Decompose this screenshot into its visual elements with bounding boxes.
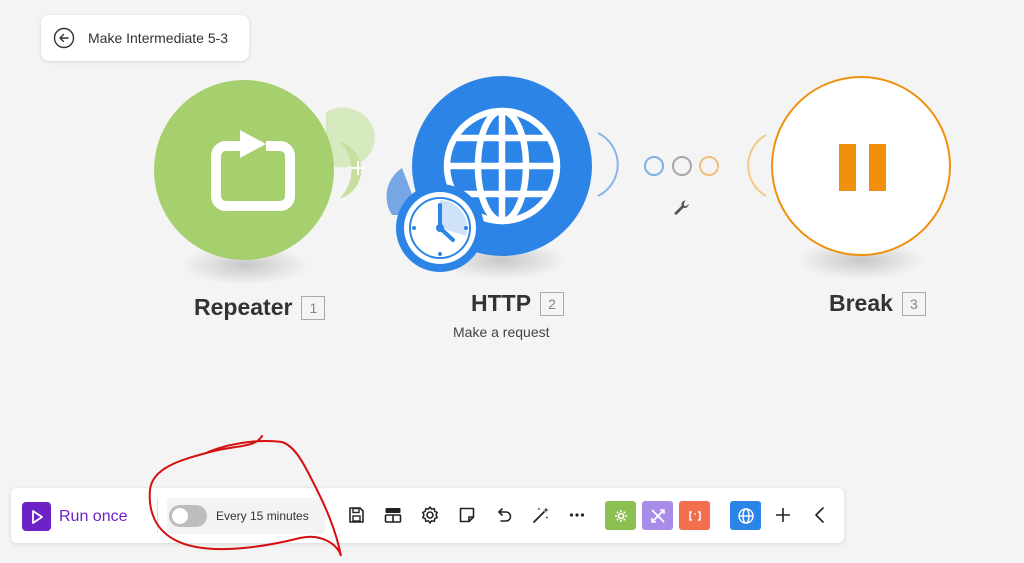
module-number: 3 <box>901 291 926 316</box>
text-parser-button[interactable] <box>679 501 710 530</box>
module-name: Repeater <box>194 294 293 320</box>
module-name: Break <box>829 290 893 316</box>
flow-control-icon <box>650 508 665 523</box>
wrench-icon[interactable] <box>672 198 692 218</box>
tools-icon <box>614 509 627 522</box>
chevron-left-icon[interactable] <box>810 505 830 525</box>
clock-icon <box>404 192 476 264</box>
break-label: Break 3 <box>829 290 926 317</box>
flow-control-button[interactable] <box>642 501 673 530</box>
http-subtitle: Make a request <box>453 324 550 340</box>
repeater-module[interactable] <box>154 80 334 260</box>
connection-line[interactable] <box>642 154 722 178</box>
add-route-plus-icon[interactable] <box>348 158 368 178</box>
clock-badge[interactable] <box>396 184 484 272</box>
schedule-control[interactable]: Every 15 minutes <box>167 498 325 534</box>
plus-icon[interactable] <box>773 505 793 525</box>
settings-icon[interactable] <box>420 505 440 525</box>
module-name: HTTP <box>471 290 532 316</box>
module-number: 1 <box>301 295 326 320</box>
http-button[interactable] <box>730 501 761 530</box>
toolbar-divider <box>157 498 158 533</box>
notes-icon[interactable] <box>457 505 477 525</box>
more-icon[interactable] <box>567 505 587 525</box>
magic-wand-icon[interactable] <box>531 505 551 525</box>
module-number: 2 <box>540 291 565 316</box>
schedule-toggle[interactable] <box>169 505 207 527</box>
break-module[interactable] <box>771 76 951 256</box>
bottom-toolbar: Run once Every 15 minutes <box>11 488 844 543</box>
auto-align-icon[interactable] <box>383 505 403 525</box>
pause-icon <box>839 144 886 191</box>
run-once-button[interactable]: Run once <box>22 502 128 531</box>
text-parser-icon <box>688 510 701 521</box>
run-once-label: Run once <box>59 507 128 525</box>
repeat-icon <box>211 130 295 211</box>
tools-button[interactable] <box>605 501 636 530</box>
http-label: HTTP 2 <box>471 290 565 317</box>
save-icon[interactable] <box>346 505 366 525</box>
repeater-label: Repeater 1 <box>194 294 326 321</box>
play-icon <box>22 502 51 531</box>
http-icon <box>737 507 754 524</box>
schedule-label: Every 15 minutes <box>216 509 309 523</box>
undo-icon[interactable] <box>494 505 514 525</box>
